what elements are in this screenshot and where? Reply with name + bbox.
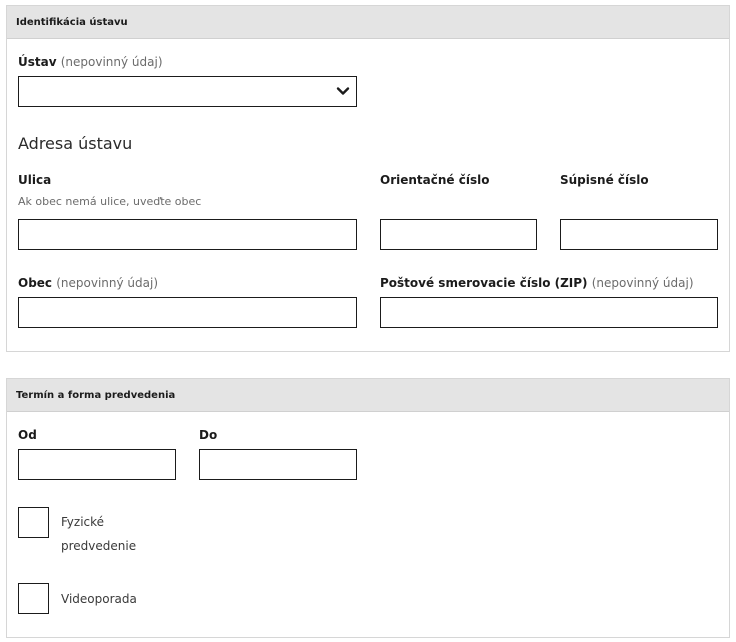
to-label: Do [199,428,218,442]
physical-demo-label: Fyzické predvedenie [61,515,137,553]
postal-code-input[interactable] [380,297,718,328]
video-meeting-checkbox[interactable] [18,583,49,614]
from-date-input[interactable] [18,449,176,480]
video-meeting-label: Videoporada [61,592,137,606]
institution-panel-header: Identifikácia ústavu [7,6,729,39]
street-label: Ulica [18,173,52,187]
to-date-input[interactable] [199,449,357,480]
orientation-number-input[interactable] [380,219,537,250]
physical-demo-checkbox[interactable] [18,507,49,538]
schedule-panel-header: Termín a forma predvedenia [7,379,729,412]
address-heading: Adresa ústavu [18,134,133,153]
chevron-down-icon [336,87,350,95]
ustav-label: Ústav (nepovinný údaj) [18,55,163,69]
registry-number-input[interactable] [560,219,718,250]
municipality-input[interactable] [18,297,357,328]
municipality-label: Obec (nepovinný údaj) [18,276,159,290]
from-label: Od [18,428,37,442]
postal-code-label: Poštové smerovacie číslo (ZIP) (nepovinn… [380,276,694,290]
ustav-select[interactable] [18,76,357,107]
institution-panel: Identifikácia ústavu Ústav (nepovinný úd… [6,5,730,352]
schedule-panel: Termín a forma predvedenia Od Do Fyzické… [6,378,730,638]
registry-number-label: Súpisné číslo [560,173,649,187]
street-hint: Ak obec nemá ulice, uveďte obec [18,195,202,208]
street-input[interactable] [18,219,357,250]
orientation-number-label: Orientačné číslo [380,173,490,187]
